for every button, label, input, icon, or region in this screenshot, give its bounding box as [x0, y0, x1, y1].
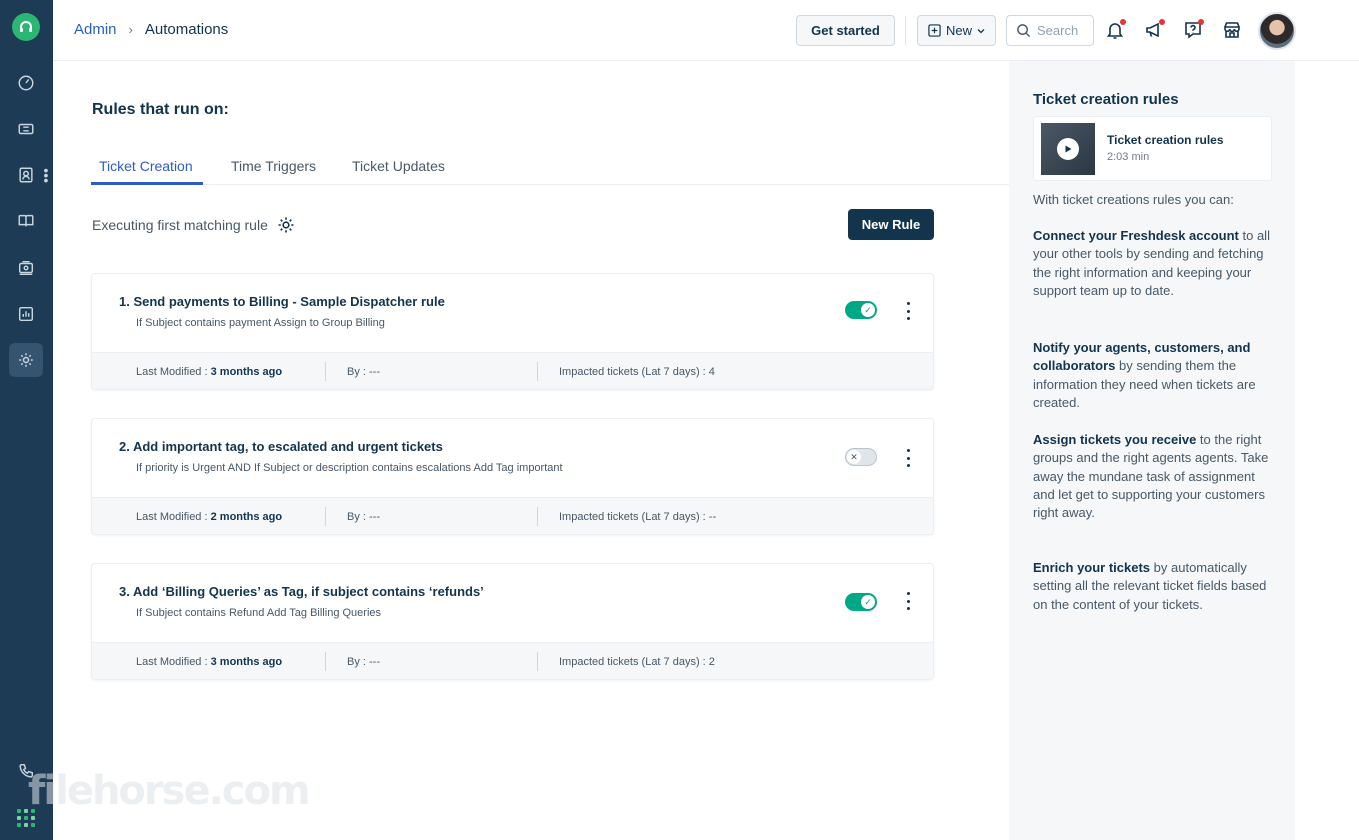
rule-card[interactable]: 1. Send payments to Billing - Sample Dis… — [91, 273, 934, 390]
rule-card[interactable]: 3. Add ‘Billing Queries’ as Tag, if subj… — [91, 563, 934, 680]
execution-mode-label: Executing first matching rule — [92, 217, 268, 233]
video-card[interactable]: Ticket creation rules 2:03 min — [1033, 116, 1272, 181]
breadcrumb-separator: › — [128, 22, 133, 37]
rules-heading: Rules that run on: — [92, 101, 229, 118]
last-modified: Last Modified : 3 months ago — [136, 656, 283, 668]
rule-menu-kebab-icon[interactable] — [902, 449, 914, 467]
rule-title[interactable]: 3. Add ‘Billing Queries’ as Tag, if subj… — [119, 584, 484, 599]
notifications-bell-icon[interactable] — [1103, 18, 1127, 42]
panel-intro: With ticket creations rules you can: — [1033, 192, 1234, 207]
settings-gear-icon[interactable] — [276, 215, 296, 235]
help-icon[interactable] — [1181, 18, 1205, 42]
breadcrumb-current: Automations — [144, 21, 229, 38]
active-tab-indicator — [91, 182, 203, 185]
execution-mode: Executing first matching rule — [92, 215, 296, 235]
video-duration: 2:03 min — [1107, 151, 1150, 163]
last-modified: Last Modified : 2 months ago — [136, 511, 283, 523]
new-dropdown-button[interactable]: New — [917, 15, 996, 46]
rule-tabs: Ticket Creation Time Triggers Ticket Upd… — [91, 154, 1009, 185]
rule-description: If Subject contains payment Assign to Gr… — [136, 317, 385, 329]
rule-description: If Subject contains Refund Add Tag Billi… — [136, 607, 382, 619]
filehorse-watermark: filehorse.com — [28, 768, 311, 814]
rule-title[interactable]: 1. Send payments to Billing - Sample Dis… — [119, 294, 445, 309]
top-header: Admin › Automations Get started New Sear… — [53, 0, 1359, 61]
check-icon: ✓ — [861, 303, 875, 317]
panel-point: Notify your agents, customers, and colla… — [1033, 340, 1256, 410]
footer-divider — [325, 652, 326, 671]
help-panel: Ticket creation rules Ticket creation ru… — [1009, 61, 1295, 840]
tab-time-triggers[interactable]: Time Triggers — [231, 158, 316, 174]
tab-ticket-creation[interactable]: Ticket Creation — [99, 158, 193, 174]
impacted-tickets: Impacted tickets (Lat 7 days) : 4 — [559, 366, 715, 378]
rule-footer: Last Modified : 3 months ago By : --- Im… — [92, 642, 933, 679]
get-started-button[interactable]: Get started — [796, 15, 895, 46]
new-rule-button[interactable]: New Rule — [848, 209, 934, 240]
footer-divider — [537, 362, 538, 381]
impacted-tickets: Impacted tickets (Lat 7 days) : -- — [559, 511, 717, 523]
panel-point: Enrich your tickets by automatically set… — [1033, 560, 1267, 612]
user-avatar[interactable] — [1258, 12, 1296, 50]
notification-dot — [1120, 19, 1126, 25]
freshdesk-logo-icon[interactable] — [12, 13, 40, 41]
footer-divider — [325, 507, 326, 526]
x-icon: ✕ — [847, 450, 861, 464]
rule-menu-kebab-icon[interactable] — [902, 592, 914, 610]
video-title: Ticket creation rules — [1107, 133, 1224, 147]
panel-point: Connect your Freshdesk account to all yo… — [1033, 228, 1270, 298]
modified-by: By : --- — [347, 656, 380, 668]
rule-enabled-toggle[interactable]: ✓ — [845, 301, 877, 319]
play-icon[interactable] — [1057, 138, 1079, 160]
announcement-dot — [1159, 19, 1165, 25]
announcements-megaphone-icon[interactable] — [1142, 18, 1166, 42]
plus-square-icon — [928, 24, 941, 37]
panel-title: Ticket creation rules — [1033, 91, 1179, 108]
sidebar: • • • — [0, 0, 53, 840]
rule-description: If priority is Urgent AND If Subject or … — [136, 462, 563, 474]
rule-footer: Last Modified : 2 months ago By : --- Im… — [92, 497, 933, 534]
new-button-label: New — [945, 23, 972, 38]
main-content: Rules that run on: Ticket Creation Time … — [53, 61, 1009, 840]
admin-gear-icon[interactable] — [9, 343, 43, 377]
groups-icon[interactable] — [14, 256, 38, 280]
impacted-tickets: Impacted tickets (Lat 7 days) : 2 — [559, 656, 715, 668]
rule-menu-kebab-icon[interactable] — [902, 302, 914, 320]
tickets-icon[interactable] — [14, 117, 38, 141]
search-placeholder: Search — [1037, 23, 1079, 38]
search-icon — [1017, 24, 1031, 38]
search-input[interactable]: Search — [1006, 15, 1094, 46]
breadcrumb: Admin › Automations — [74, 21, 228, 38]
header-divider — [905, 16, 906, 45]
footer-divider — [325, 362, 326, 381]
modified-by: By : --- — [347, 511, 380, 523]
rule-card[interactable]: 2. Add important tag, to escalated and u… — [91, 418, 934, 535]
last-modified: Last Modified : 3 months ago — [136, 366, 283, 378]
solutions-icon[interactable] — [14, 209, 38, 233]
analytics-icon[interactable] — [14, 302, 38, 326]
panel-point: Assign tickets you receive to the right … — [1033, 432, 1269, 521]
more-options-icon[interactable]: • • • — [43, 163, 49, 187]
dashboard-icon[interactable] — [14, 71, 38, 95]
tab-ticket-updates[interactable]: Ticket Updates — [352, 158, 445, 174]
contacts-icon[interactable] — [14, 163, 38, 187]
rule-enabled-toggle[interactable]: ✓ — [845, 593, 877, 611]
rule-enabled-toggle[interactable]: ✕ — [845, 448, 877, 466]
marketplace-store-icon[interactable] — [1220, 18, 1244, 42]
rule-footer: Last Modified : 3 months ago By : --- Im… — [92, 352, 933, 389]
breadcrumb-admin-link[interactable]: Admin — [74, 21, 117, 38]
footer-divider — [537, 652, 538, 671]
video-thumbnail[interactable] — [1041, 123, 1095, 175]
check-icon: ✓ — [861, 595, 875, 609]
modified-by: By : --- — [347, 366, 380, 378]
footer-divider — [537, 507, 538, 526]
help-dot — [1198, 19, 1204, 25]
rule-title[interactable]: 2. Add important tag, to escalated and u… — [119, 439, 443, 454]
chevron-down-icon — [977, 28, 985, 33]
